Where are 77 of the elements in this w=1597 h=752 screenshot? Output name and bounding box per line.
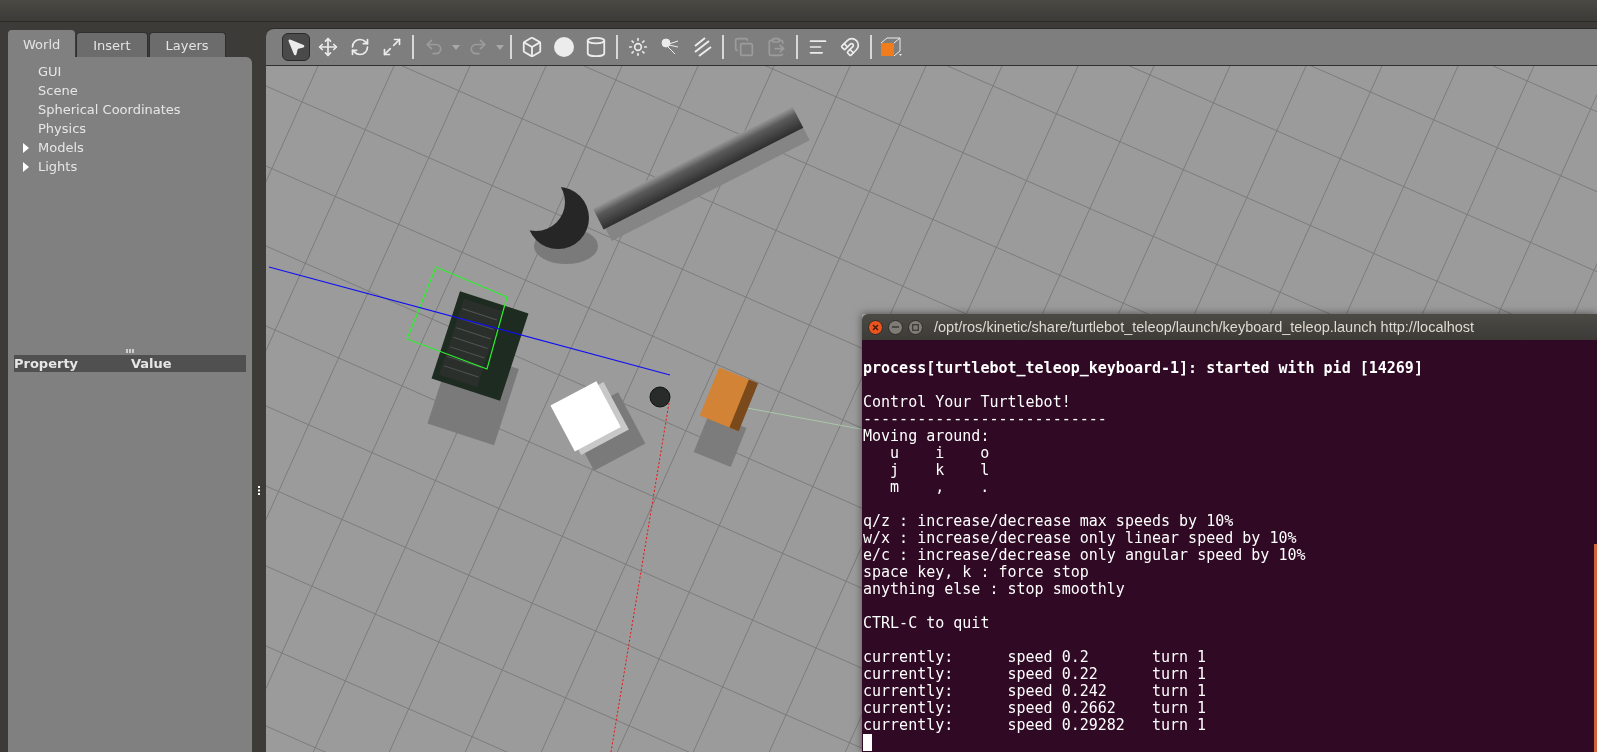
collapsed-arrow-icon[interactable] <box>22 142 30 153</box>
panel-tab[interactable]: Insert <box>76 32 148 57</box>
close-button[interactable] <box>868 319 883 335</box>
terminal-line: --------------------------- <box>863 411 1107 428</box>
copy-icon <box>734 37 754 57</box>
window-title: /opt/ros/kinetic/share/turtlebot_teleop/launch/keyboard_teleop.launch http://localhost <box>934 319 1475 335</box>
terminal-line: Moving around: <box>863 428 990 445</box>
cylinder-icon <box>585 36 607 58</box>
terminal-line: q/z : increase/decrease max speeds by 10% <box>863 513 1234 530</box>
terminal-text: speed 0.242 <box>1007 683 1107 700</box>
panel-tab[interactable]: World <box>8 30 76 57</box>
minimize-icon <box>892 326 899 328</box>
robot-model <box>649 386 671 408</box>
terminal-text: speed 0.29282 <box>1007 717 1125 734</box>
tree-item[interactable]: Lights <box>38 159 78 174</box>
caret-icon <box>452 44 460 50</box>
column-heading: Property <box>14 355 80 372</box>
key-label: k <box>935 462 945 479</box>
terminal-text: turn 1 <box>1151 649 1207 666</box>
caret-icon <box>496 44 504 50</box>
terminal-line: w/x : increase/decrease only linear speed by 10% <box>863 530 1297 547</box>
key-label: . <box>980 479 990 496</box>
terminal-line: e/c : increase/decrease only angular speed by 10% <box>863 547 1306 564</box>
select-tool-button[interactable] <box>282 33 310 61</box>
terminal-line: CTRL-C to quit <box>863 615 990 632</box>
align-icon <box>808 37 828 57</box>
key-label: i <box>935 445 945 462</box>
move-arrows-icon <box>318 37 338 57</box>
terminal-text: speed 0.2 <box>1007 649 1089 666</box>
key-label: o <box>980 445 990 462</box>
terminal-line: anything else : stop smoothly <box>863 581 1125 598</box>
minimize-button[interactable] <box>888 319 903 335</box>
maximize-button[interactable] <box>908 319 923 335</box>
terminal-text: speed 0.22 <box>1007 666 1098 683</box>
rotate-arrows-icon <box>350 37 370 57</box>
splitter-handle-icon[interactable] <box>126 349 134 353</box>
tree-item[interactable]: Models <box>38 140 84 155</box>
key-label: m <box>890 479 900 496</box>
paste-icon <box>766 37 786 57</box>
collapsed-arrow-icon[interactable] <box>22 161 30 172</box>
key-label: j <box>890 462 900 479</box>
box-icon <box>521 36 543 58</box>
key-label: l <box>980 462 990 479</box>
terminal-text: speed 0.2662 <box>1007 700 1116 717</box>
redo-icon <box>468 37 488 57</box>
terminal-line: space key, k : force stop <box>863 564 1089 581</box>
scrollbar-thumb[interactable] <box>1594 544 1597 752</box>
terminal-text: currently: <box>863 700 954 717</box>
terminal-text: currently: <box>863 666 954 683</box>
text-cursor <box>863 734 872 751</box>
terminal-text: turn 1 <box>1151 700 1207 717</box>
terminal-text: currently: <box>863 683 954 700</box>
terminal-text: currently: <box>863 717 954 734</box>
sphere-icon <box>553 36 575 58</box>
sun-icon <box>628 37 648 57</box>
splitter-handle-icon[interactable] <box>257 486 261 495</box>
tree-item[interactable]: Scene <box>38 83 78 98</box>
terminal-text: currently: <box>863 649 954 666</box>
terminal-text: turn 1 <box>1151 717 1207 734</box>
scale-arrows-icon <box>382 37 402 57</box>
column-heading: Value <box>131 355 173 372</box>
cursor-icon <box>286 37 306 57</box>
terminal-line: process[turtlebot_teleop_keyboard-1]: started with pid [14269] <box>863 360 1423 377</box>
maximize-icon <box>912 323 919 331</box>
terminal-text: turn 1 <box>1151 666 1207 683</box>
panel-tab[interactable]: Layers <box>148 32 226 57</box>
tree-item[interactable]: Physics <box>38 121 87 136</box>
terminal-text: turn 1 <box>1151 683 1207 700</box>
terminal-line: Control Your Turtlebot! <box>863 394 1071 411</box>
view-cube-icon <box>879 36 905 58</box>
key-label: , <box>935 479 945 496</box>
tree-item[interactable]: GUI <box>38 64 62 79</box>
undo-icon <box>424 37 444 57</box>
close-icon <box>872 323 879 331</box>
tree-item[interactable]: Spherical Coordinates <box>38 102 181 117</box>
magnet-icon <box>840 37 860 57</box>
key-label: u <box>890 445 900 462</box>
